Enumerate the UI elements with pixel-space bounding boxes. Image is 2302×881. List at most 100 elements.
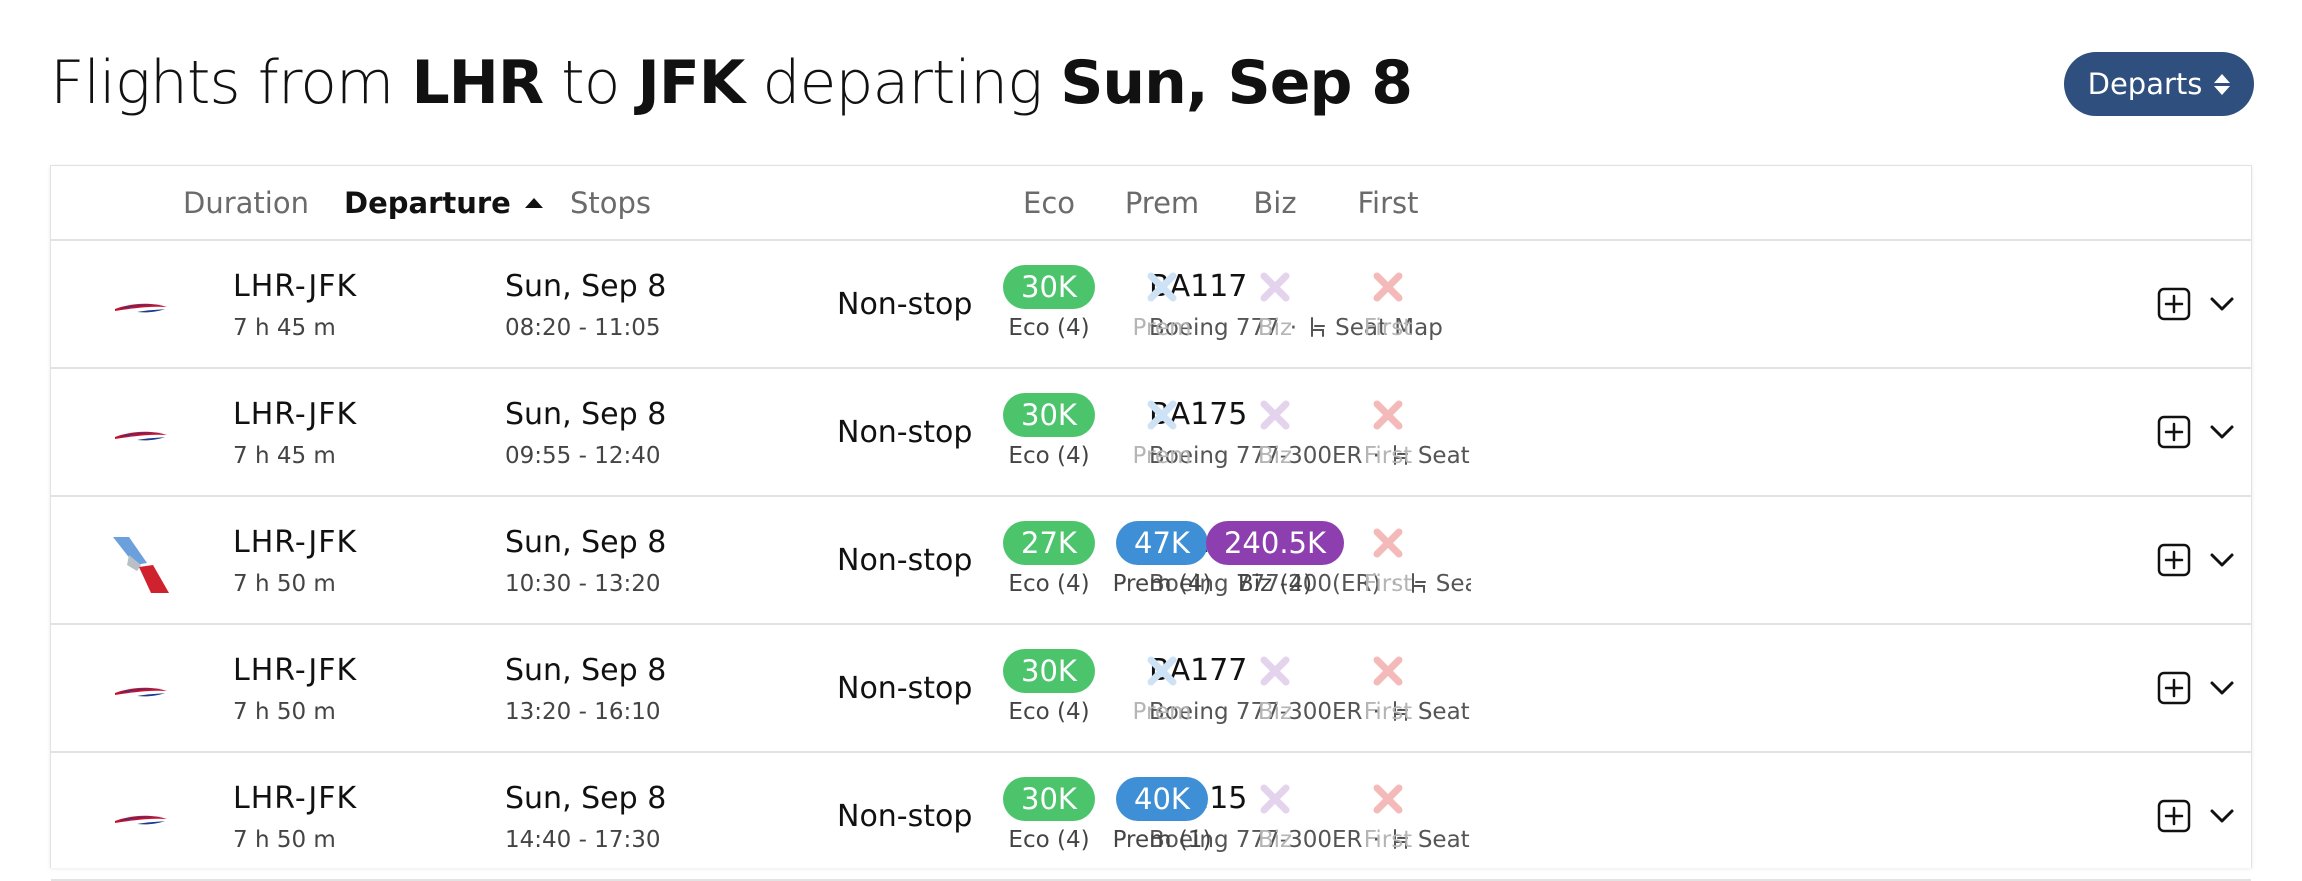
add-flight-button[interactable]	[2157, 543, 2191, 577]
stops: Non-stop	[837, 287, 973, 322]
eco-price-badge[interactable]: 30K	[1003, 393, 1095, 437]
add-flight-button[interactable]	[2157, 287, 2191, 321]
column-header-departure-label: Departure	[344, 186, 511, 220]
eco-seats-label: Eco (4)	[1008, 443, 1090, 469]
british-airways-logo	[107, 655, 177, 725]
stops: Non-stop	[837, 415, 973, 450]
plus-square-icon	[2157, 671, 2191, 709]
eco-price-badge[interactable]: 30K	[1003, 265, 1095, 309]
stops: Non-stop	[837, 799, 973, 834]
prem-unavailable-label: Prem	[1132, 699, 1192, 725]
column-header-biz[interactable]: Biz	[1253, 186, 1296, 220]
plus-square-icon	[2157, 415, 2191, 453]
unavailable-x-icon	[1253, 265, 1297, 309]
unavailable-x-icon	[1366, 265, 1410, 309]
eco-price-badge[interactable]: 30K	[1003, 777, 1095, 821]
duration: 7 h 50 m	[233, 571, 336, 597]
first-unavailable-label: First	[1363, 571, 1413, 597]
column-header-prem[interactable]: Prem	[1125, 186, 1199, 220]
sort-departs-button[interactable]: Departs	[2064, 52, 2254, 116]
unavailable-x-icon	[1253, 777, 1297, 821]
departure-time: 10:30 - 13:20	[505, 571, 661, 597]
unavailable-x-icon	[1366, 521, 1410, 565]
plus-square-icon	[2157, 543, 2191, 581]
unavailable-x-icon	[1140, 265, 1184, 309]
column-header-first[interactable]: First	[1357, 186, 1418, 220]
biz-unavailable-label: Biz	[1257, 443, 1293, 469]
sort-arrows-icon	[2214, 73, 2231, 95]
duration: 7 h 45 m	[233, 315, 336, 341]
add-flight-button[interactable]	[2157, 415, 2191, 449]
prem-price-badge[interactable]: 40K	[1116, 777, 1208, 821]
chevron-down-icon	[2207, 425, 2237, 449]
stops: Non-stop	[837, 543, 973, 578]
origin-code: LHR	[411, 48, 544, 118]
route: LHR-JFK	[233, 653, 358, 688]
biz-seats-label: Biz (4)	[1237, 571, 1313, 597]
flight-row[interactable]: LHR-JFK 7 h 45 m Sun, Sep 8 08:20 - 11:05 No…	[51, 241, 2251, 369]
sort-button-label: Departs	[2087, 67, 2203, 101]
eco-seats-label: Eco (4)	[1008, 827, 1090, 853]
british-airways-logo	[107, 271, 177, 341]
eco-price-badge[interactable]: 27K	[1003, 521, 1095, 565]
route: LHR-JFK	[233, 525, 358, 560]
destination-code: JFK	[637, 48, 746, 118]
eco-seats-label: Eco (4)	[1008, 699, 1090, 725]
column-header-departure[interactable]: Departure	[344, 186, 543, 220]
first-unavailable-label: First	[1363, 699, 1413, 725]
column-header-eco[interactable]: Eco	[1023, 186, 1075, 220]
chevron-down-icon	[2207, 809, 2237, 833]
column-header-duration[interactable]: Duration	[183, 186, 309, 220]
first-unavailable-label: First	[1363, 827, 1413, 853]
expand-row-button[interactable]	[2207, 547, 2237, 573]
unavailable-x-icon	[1140, 393, 1184, 437]
add-flight-button[interactable]	[2157, 671, 2191, 705]
departure-date: Sun, Sep 8	[1060, 48, 1413, 118]
expand-row-button[interactable]	[2207, 291, 2237, 317]
plus-square-icon	[2157, 799, 2191, 837]
column-header-stops[interactable]: Stops	[570, 186, 651, 220]
eco-price-badge[interactable]: 30K	[1003, 649, 1095, 693]
route: LHR-JFK	[233, 269, 358, 304]
departure-date: Sun, Sep 8	[505, 525, 667, 560]
flight-row[interactable]: LHR-JFK 7 h 50 m Sun, Sep 8 10:30 - 13:20 No…	[51, 497, 2251, 625]
eco-seats-label: Eco (4)	[1008, 315, 1090, 341]
american-airlines-logo	[107, 527, 177, 597]
results-header: Flights from LHR to JFK departing Sun, S…	[0, 0, 2302, 165]
departure-time: 14:40 - 17:30	[505, 827, 661, 853]
biz-unavailable-label: Biz	[1257, 315, 1293, 341]
british-airways-logo	[107, 399, 177, 469]
departure-time: 09:55 - 12:40	[505, 443, 661, 469]
cabin-first: First	[1313, 265, 1463, 341]
add-flight-button[interactable]	[2157, 799, 2191, 833]
cabin-first: First	[1313, 649, 1463, 725]
expand-row-button[interactable]	[2207, 419, 2237, 445]
biz-unavailable-label: Biz	[1257, 827, 1293, 853]
prem-unavailable-label: Prem	[1132, 315, 1192, 341]
chevron-down-icon	[2207, 553, 2237, 577]
duration: 7 h 45 m	[233, 443, 336, 469]
flight-row[interactable]: LHR-JFK 7 h 50 m Sun, Sep 8 14:40 - 17:30 No…	[51, 753, 2251, 881]
title-to: to	[543, 48, 638, 118]
table-header: Duration Departure Stops Eco Prem Biz Fi…	[51, 166, 2251, 241]
plus-square-icon	[2157, 287, 2191, 325]
duration: 7 h 50 m	[233, 827, 336, 853]
flight-row[interactable]: LHR-JFK 7 h 50 m Sun, Sep 8 13:20 - 16:10 No…	[51, 625, 2251, 753]
departure-time: 08:20 - 11:05	[505, 315, 661, 341]
cabin-first: First	[1313, 521, 1463, 597]
flight-row[interactable]: LHR-JFK 7 h 45 m Sun, Sep 8 09:55 - 12:40 No…	[51, 369, 2251, 497]
cabin-first: First	[1313, 777, 1463, 853]
sort-ascending-icon	[524, 198, 543, 208]
prem-seats-label: Prem (4)	[1112, 571, 1212, 597]
chevron-down-icon	[2207, 297, 2237, 321]
prem-price-badge[interactable]: 47K	[1116, 521, 1208, 565]
cabin-first: First	[1313, 393, 1463, 469]
expand-row-button[interactable]	[2207, 803, 2237, 829]
route: LHR-JFK	[233, 781, 358, 816]
unavailable-x-icon	[1253, 393, 1297, 437]
flights-table: Duration Departure Stops Eco Prem Biz Fi…	[50, 165, 2252, 881]
page-title: Flights from LHR to JFK departing Sun, S…	[50, 48, 1413, 118]
departure-date: Sun, Sep 8	[505, 269, 667, 304]
departure-date: Sun, Sep 8	[505, 653, 667, 688]
expand-row-button[interactable]	[2207, 675, 2237, 701]
